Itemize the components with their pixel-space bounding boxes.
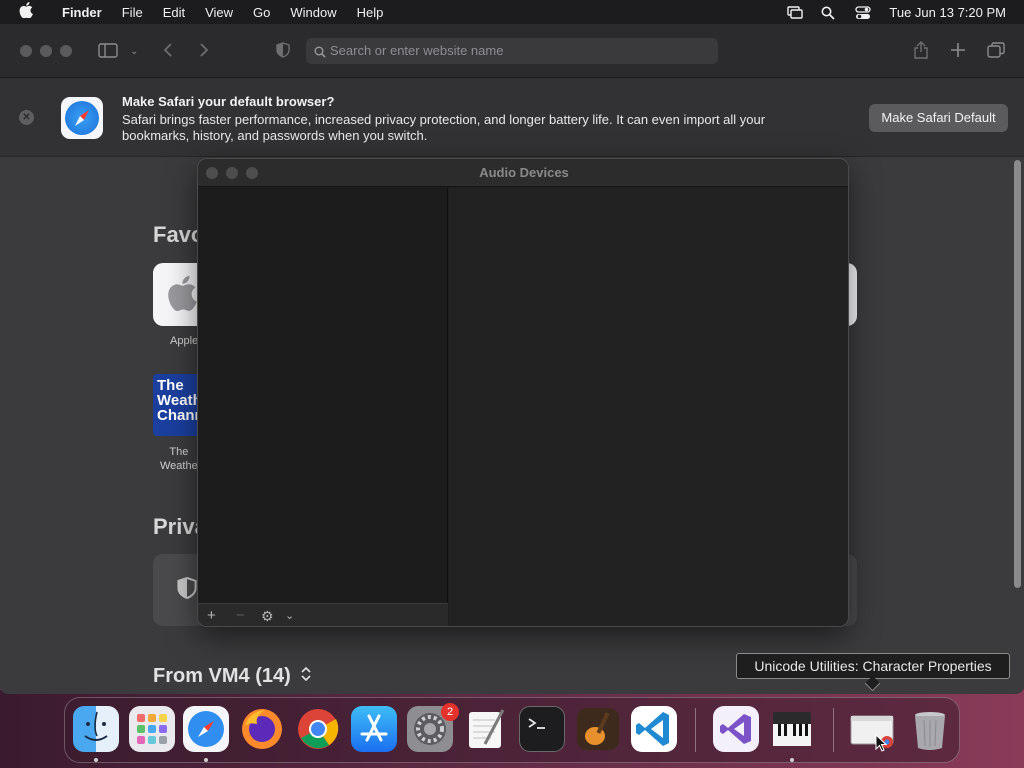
control-center-icon[interactable] [855, 6, 872, 19]
mouse-cursor-icon [875, 734, 887, 752]
address-bar[interactable]: Search or enter website name [306, 38, 718, 64]
privacy-shield-icon [177, 576, 197, 600]
window-close-button[interactable] [20, 45, 32, 57]
screen-mirroring-icon[interactable] [787, 6, 804, 19]
gear-icon[interactable]: ⚙ [261, 606, 274, 626]
tab-groups-chevron-icon[interactable]: ⌄ [130, 44, 138, 60]
new-tab-plus-icon[interactable] [950, 42, 966, 62]
address-placeholder: Search or enter website name [330, 43, 504, 58]
banner-close-icon[interactable]: ✕ [19, 110, 34, 125]
banner-title: Make Safari your default browser? [122, 94, 335, 109]
up-down-chevron-icon [300, 666, 312, 685]
audio-midi-running-dot [790, 758, 794, 762]
audio-device-detail-pane [449, 188, 848, 626]
vscode-icon[interactable] [631, 706, 677, 752]
favorite-weather-label: The Weathe [160, 446, 198, 472]
default-browser-banner: ✕ Make Safari your default browser? Safa… [0, 78, 1024, 157]
firefox-icon[interactable] [239, 706, 285, 752]
safari-dock-icon[interactable] [183, 706, 229, 752]
dock-separator [695, 708, 696, 752]
forward-arrow-icon[interactable] [199, 42, 209, 62]
dock-tooltip: Unicode Utilities: Character Properties [736, 653, 1010, 679]
audio-list-toolbar: + − ⚙ ⌄ [198, 603, 448, 626]
menu-file[interactable]: File [112, 5, 153, 20]
make-safari-default-button[interactable]: Make Safari Default [869, 104, 1008, 132]
chevron-down-icon[interactable]: ⌄ [285, 606, 294, 626]
menu-help[interactable]: Help [347, 5, 394, 20]
trash-icon[interactable] [907, 706, 953, 752]
finder-running-dot [94, 758, 98, 762]
tab-overview-icon[interactable] [987, 42, 1005, 62]
favorite-apple-label: Apple [170, 335, 199, 347]
menu-view[interactable]: View [195, 5, 243, 20]
remove-device-button[interactable]: − [236, 606, 245, 626]
audio-window-titlebar[interactable]: Audio Devices [198, 159, 848, 187]
finder-icon[interactable] [73, 706, 119, 752]
system-settings-badge: 2 [441, 703, 459, 721]
unicode-utilities-icon[interactable] [849, 706, 895, 752]
audio-device-list[interactable] [198, 188, 448, 626]
window-minimize-button[interactable] [40, 45, 52, 57]
window-zoom-button[interactable] [60, 45, 72, 57]
app-store-icon[interactable] [351, 706, 397, 752]
share-icon[interactable] [913, 41, 929, 63]
menu-window[interactable]: Window [280, 5, 346, 20]
menu-edit[interactable]: Edit [153, 5, 195, 20]
from-vm-label: From VM4 (14) [153, 665, 291, 687]
search-icon [314, 38, 326, 64]
menubar-clock[interactable]: Tue Jun 13 7:20 PM [889, 5, 1006, 20]
privacy-report-shield-icon[interactable] [276, 42, 290, 62]
garageband-icon[interactable] [575, 706, 621, 752]
safari-compass-icon [61, 97, 103, 139]
terminal-icon[interactable] [519, 706, 565, 752]
audio-midi-setup-icon[interactable] [769, 706, 815, 752]
dock [64, 697, 960, 763]
spotlight-search-icon[interactable] [821, 6, 837, 20]
menu-app-name[interactable]: Finder [52, 5, 112, 20]
audio-window-title: Audio Devices [479, 165, 569, 180]
from-vm-heading[interactable]: From VM4 (14) [153, 665, 312, 688]
safari-toolbar: ⌄ Search or enter website name [0, 24, 1024, 78]
textedit-icon[interactable] [463, 706, 509, 752]
back-arrow-icon[interactable] [163, 42, 173, 62]
chrome-icon[interactable] [295, 706, 341, 752]
menubar: Finder File Edit View Go Window Help Tue… [0, 0, 1024, 24]
apple-menu-icon[interactable] [0, 2, 52, 22]
menu-go[interactable]: Go [243, 5, 280, 20]
visual-studio-icon[interactable] [713, 706, 759, 752]
apple-logo-icon [168, 275, 197, 311]
safari-running-dot [204, 758, 208, 762]
banner-body: Safari brings faster performance, increa… [122, 112, 766, 143]
page-scrollbar[interactable] [1014, 160, 1021, 588]
launchpad-icon[interactable] [129, 706, 175, 752]
sidebar-toggle-icon[interactable] [98, 43, 118, 62]
add-device-button[interactable]: + [207, 606, 216, 626]
dock-separator-2 [833, 708, 834, 752]
audio-devices-window: Audio Devices + − ⚙ ⌄ [197, 158, 849, 627]
